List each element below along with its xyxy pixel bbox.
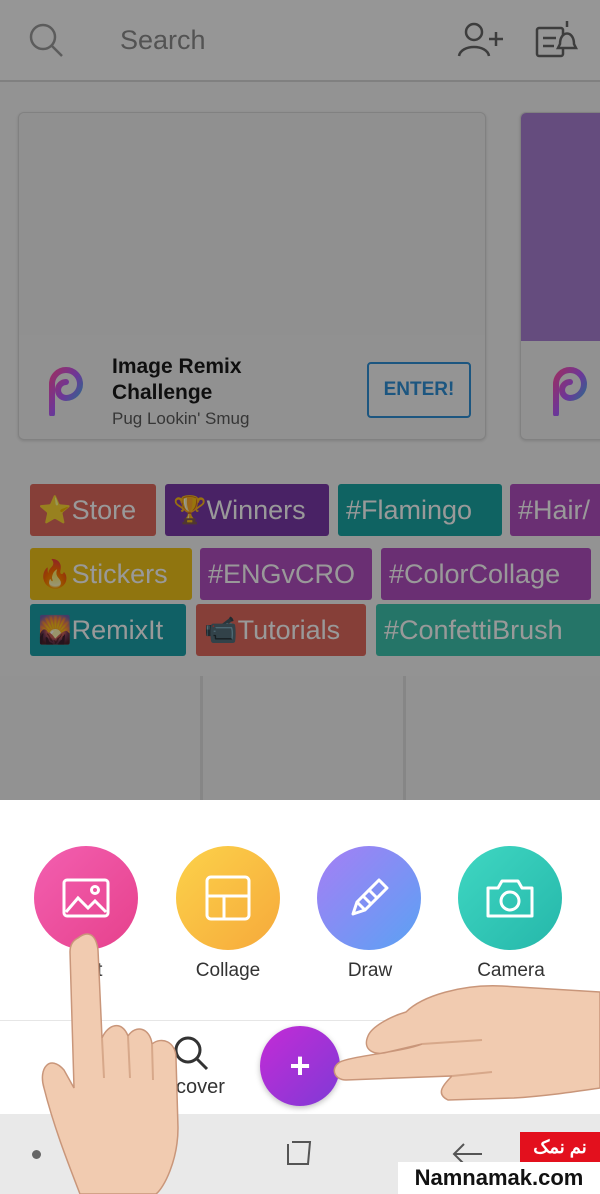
watermark-site: Namnamak.com bbox=[398, 1162, 600, 1194]
draw-label: Draw bbox=[347, 960, 393, 981]
recent-apps-icon[interactable] bbox=[284, 1138, 314, 1168]
camera-label: Camera bbox=[477, 960, 545, 981]
create-fab-button[interactable]: + bbox=[260, 1026, 340, 1106]
watermark-persian: نم نمک bbox=[520, 1132, 600, 1162]
overlay-scrim[interactable] bbox=[0, 0, 600, 800]
pencil-icon bbox=[351, 878, 389, 916]
camera-button[interactable] bbox=[458, 846, 562, 950]
collage-grid-icon bbox=[205, 875, 251, 921]
draw-button[interactable] bbox=[317, 846, 421, 950]
image-icon bbox=[62, 878, 110, 918]
camera-icon bbox=[486, 879, 534, 918]
pointing-hand-left bbox=[41, 933, 179, 1194]
pointing-hand-right bbox=[333, 985, 600, 1101]
